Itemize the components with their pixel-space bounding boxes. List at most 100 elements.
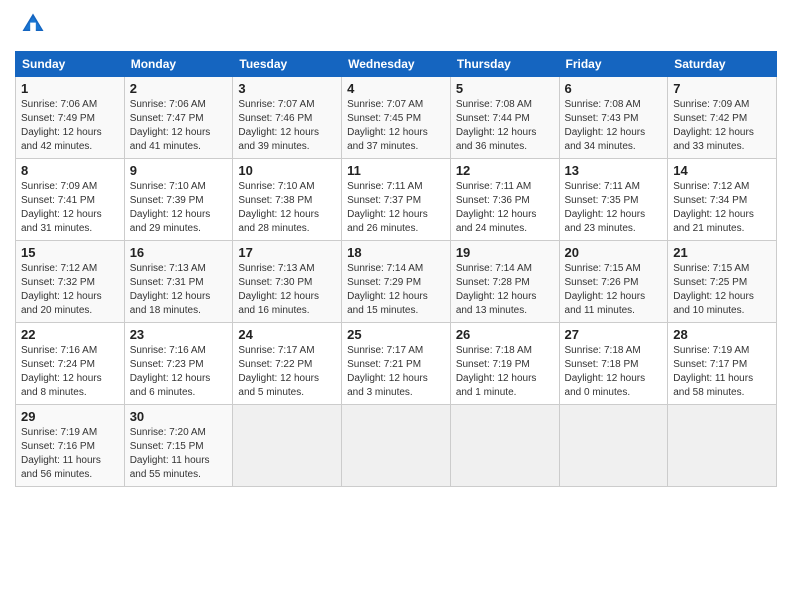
day-info: Sunrise: 7:07 AM Sunset: 7:45 PM Dayligh…	[347, 98, 445, 154]
day-info: Sunrise: 7:06 AM Sunset: 7:49 PM Dayligh…	[21, 98, 119, 154]
day-info: Sunrise: 7:14 AM Sunset: 7:29 PM Dayligh…	[347, 262, 445, 318]
day-info: Sunrise: 7:13 AM Sunset: 7:30 PM Dayligh…	[238, 262, 336, 318]
daylight-label: Daylight: 12 hours and 0 minutes.	[565, 373, 646, 398]
day-info: Sunrise: 7:11 AM Sunset: 7:37 PM Dayligh…	[347, 180, 445, 236]
calendar-header-row: SundayMondayTuesdayWednesdayThursdayFrid…	[16, 52, 777, 77]
sunrise-label: Sunrise: 7:06 AM	[21, 99, 97, 110]
day-number: 2	[130, 81, 228, 96]
day-number: 9	[130, 163, 228, 178]
calendar-cell: 9 Sunrise: 7:10 AM Sunset: 7:39 PM Dayli…	[124, 159, 233, 241]
daylight-label: Daylight: 12 hours and 42 minutes.	[21, 127, 102, 152]
daylight-label: Daylight: 12 hours and 16 minutes.	[238, 291, 319, 316]
sunrise-label: Sunrise: 7:16 AM	[21, 345, 97, 356]
day-info: Sunrise: 7:09 AM Sunset: 7:41 PM Dayligh…	[21, 180, 119, 236]
sunset-label: Sunset: 7:32 PM	[21, 277, 95, 288]
sunset-label: Sunset: 7:34 PM	[673, 195, 747, 206]
day-number: 12	[456, 163, 554, 178]
sunset-label: Sunset: 7:23 PM	[130, 359, 204, 370]
day-info: Sunrise: 7:17 AM Sunset: 7:21 PM Dayligh…	[347, 344, 445, 400]
daylight-label: Daylight: 12 hours and 6 minutes.	[130, 373, 211, 398]
day-number: 11	[347, 163, 445, 178]
sunrise-label: Sunrise: 7:13 AM	[130, 263, 206, 274]
daylight-label: Daylight: 12 hours and 34 minutes.	[565, 127, 646, 152]
calendar-cell: 25 Sunrise: 7:17 AM Sunset: 7:21 PM Dayl…	[342, 323, 451, 405]
day-info: Sunrise: 7:19 AM Sunset: 7:17 PM Dayligh…	[673, 344, 771, 400]
calendar-cell: 19 Sunrise: 7:14 AM Sunset: 7:28 PM Dayl…	[450, 241, 559, 323]
calendar-cell	[233, 405, 342, 487]
calendar-cell	[342, 405, 451, 487]
sunrise-label: Sunrise: 7:09 AM	[21, 181, 97, 192]
col-header-thursday: Thursday	[450, 52, 559, 77]
day-info: Sunrise: 7:08 AM Sunset: 7:43 PM Dayligh…	[565, 98, 663, 154]
sunrise-label: Sunrise: 7:13 AM	[238, 263, 314, 274]
day-info: Sunrise: 7:19 AM Sunset: 7:16 PM Dayligh…	[21, 426, 119, 482]
calendar-cell: 3 Sunrise: 7:07 AM Sunset: 7:46 PM Dayli…	[233, 77, 342, 159]
day-number: 20	[565, 245, 663, 260]
col-header-wednesday: Wednesday	[342, 52, 451, 77]
sunrise-label: Sunrise: 7:14 AM	[347, 263, 423, 274]
sunset-label: Sunset: 7:17 PM	[673, 359, 747, 370]
sunrise-label: Sunrise: 7:16 AM	[130, 345, 206, 356]
sunset-label: Sunset: 7:22 PM	[238, 359, 312, 370]
day-number: 30	[130, 409, 228, 424]
day-number: 17	[238, 245, 336, 260]
day-number: 22	[21, 327, 119, 342]
day-number: 28	[673, 327, 771, 342]
calendar-cell: 16 Sunrise: 7:13 AM Sunset: 7:31 PM Dayl…	[124, 241, 233, 323]
day-info: Sunrise: 7:16 AM Sunset: 7:23 PM Dayligh…	[130, 344, 228, 400]
day-info: Sunrise: 7:06 AM Sunset: 7:47 PM Dayligh…	[130, 98, 228, 154]
sunrise-label: Sunrise: 7:09 AM	[673, 99, 749, 110]
sunrise-label: Sunrise: 7:17 AM	[347, 345, 423, 356]
sunset-label: Sunset: 7:29 PM	[347, 277, 421, 288]
daylight-label: Daylight: 12 hours and 20 minutes.	[21, 291, 102, 316]
day-number: 19	[456, 245, 554, 260]
sunset-label: Sunset: 7:36 PM	[456, 195, 530, 206]
day-number: 1	[21, 81, 119, 96]
calendar-cell: 24 Sunrise: 7:17 AM Sunset: 7:22 PM Dayl…	[233, 323, 342, 405]
day-info: Sunrise: 7:17 AM Sunset: 7:22 PM Dayligh…	[238, 344, 336, 400]
sunrise-label: Sunrise: 7:18 AM	[456, 345, 532, 356]
calendar-cell: 7 Sunrise: 7:09 AM Sunset: 7:42 PM Dayli…	[668, 77, 777, 159]
day-info: Sunrise: 7:16 AM Sunset: 7:24 PM Dayligh…	[21, 344, 119, 400]
day-info: Sunrise: 7:10 AM Sunset: 7:39 PM Dayligh…	[130, 180, 228, 236]
day-number: 15	[21, 245, 119, 260]
sunset-label: Sunset: 7:43 PM	[565, 113, 639, 124]
sunset-label: Sunset: 7:26 PM	[565, 277, 639, 288]
calendar-cell: 26 Sunrise: 7:18 AM Sunset: 7:19 PM Dayl…	[450, 323, 559, 405]
sunrise-label: Sunrise: 7:10 AM	[238, 181, 314, 192]
day-info: Sunrise: 7:13 AM Sunset: 7:31 PM Dayligh…	[130, 262, 228, 318]
day-number: 8	[21, 163, 119, 178]
daylight-label: Daylight: 12 hours and 28 minutes.	[238, 209, 319, 234]
sunrise-label: Sunrise: 7:08 AM	[456, 99, 532, 110]
day-info: Sunrise: 7:15 AM Sunset: 7:26 PM Dayligh…	[565, 262, 663, 318]
calendar-cell: 1 Sunrise: 7:06 AM Sunset: 7:49 PM Dayli…	[16, 77, 125, 159]
sunrise-label: Sunrise: 7:19 AM	[21, 427, 97, 438]
sunset-label: Sunset: 7:16 PM	[21, 441, 95, 452]
col-header-monday: Monday	[124, 52, 233, 77]
daylight-label: Daylight: 12 hours and 39 minutes.	[238, 127, 319, 152]
col-header-tuesday: Tuesday	[233, 52, 342, 77]
day-info: Sunrise: 7:14 AM Sunset: 7:28 PM Dayligh…	[456, 262, 554, 318]
sunrise-label: Sunrise: 7:20 AM	[130, 427, 206, 438]
col-header-sunday: Sunday	[16, 52, 125, 77]
sunset-label: Sunset: 7:47 PM	[130, 113, 204, 124]
sunrise-label: Sunrise: 7:15 AM	[565, 263, 641, 274]
day-number: 5	[456, 81, 554, 96]
logo-icon	[19, 10, 47, 38]
sunset-label: Sunset: 7:37 PM	[347, 195, 421, 206]
day-info: Sunrise: 7:20 AM Sunset: 7:15 PM Dayligh…	[130, 426, 228, 482]
daylight-label: Daylight: 12 hours and 8 minutes.	[21, 373, 102, 398]
sunrise-label: Sunrise: 7:18 AM	[565, 345, 641, 356]
calendar-cell	[668, 405, 777, 487]
daylight-label: Daylight: 12 hours and 31 minutes.	[21, 209, 102, 234]
calendar-cell: 23 Sunrise: 7:16 AM Sunset: 7:23 PM Dayl…	[124, 323, 233, 405]
daylight-label: Daylight: 12 hours and 29 minutes.	[130, 209, 211, 234]
sunset-label: Sunset: 7:39 PM	[130, 195, 204, 206]
calendar-cell: 27 Sunrise: 7:18 AM Sunset: 7:18 PM Dayl…	[559, 323, 668, 405]
sunset-label: Sunset: 7:18 PM	[565, 359, 639, 370]
day-number: 14	[673, 163, 771, 178]
calendar-cell: 2 Sunrise: 7:06 AM Sunset: 7:47 PM Dayli…	[124, 77, 233, 159]
day-number: 26	[456, 327, 554, 342]
sunset-label: Sunset: 7:30 PM	[238, 277, 312, 288]
sunset-label: Sunset: 7:24 PM	[21, 359, 95, 370]
